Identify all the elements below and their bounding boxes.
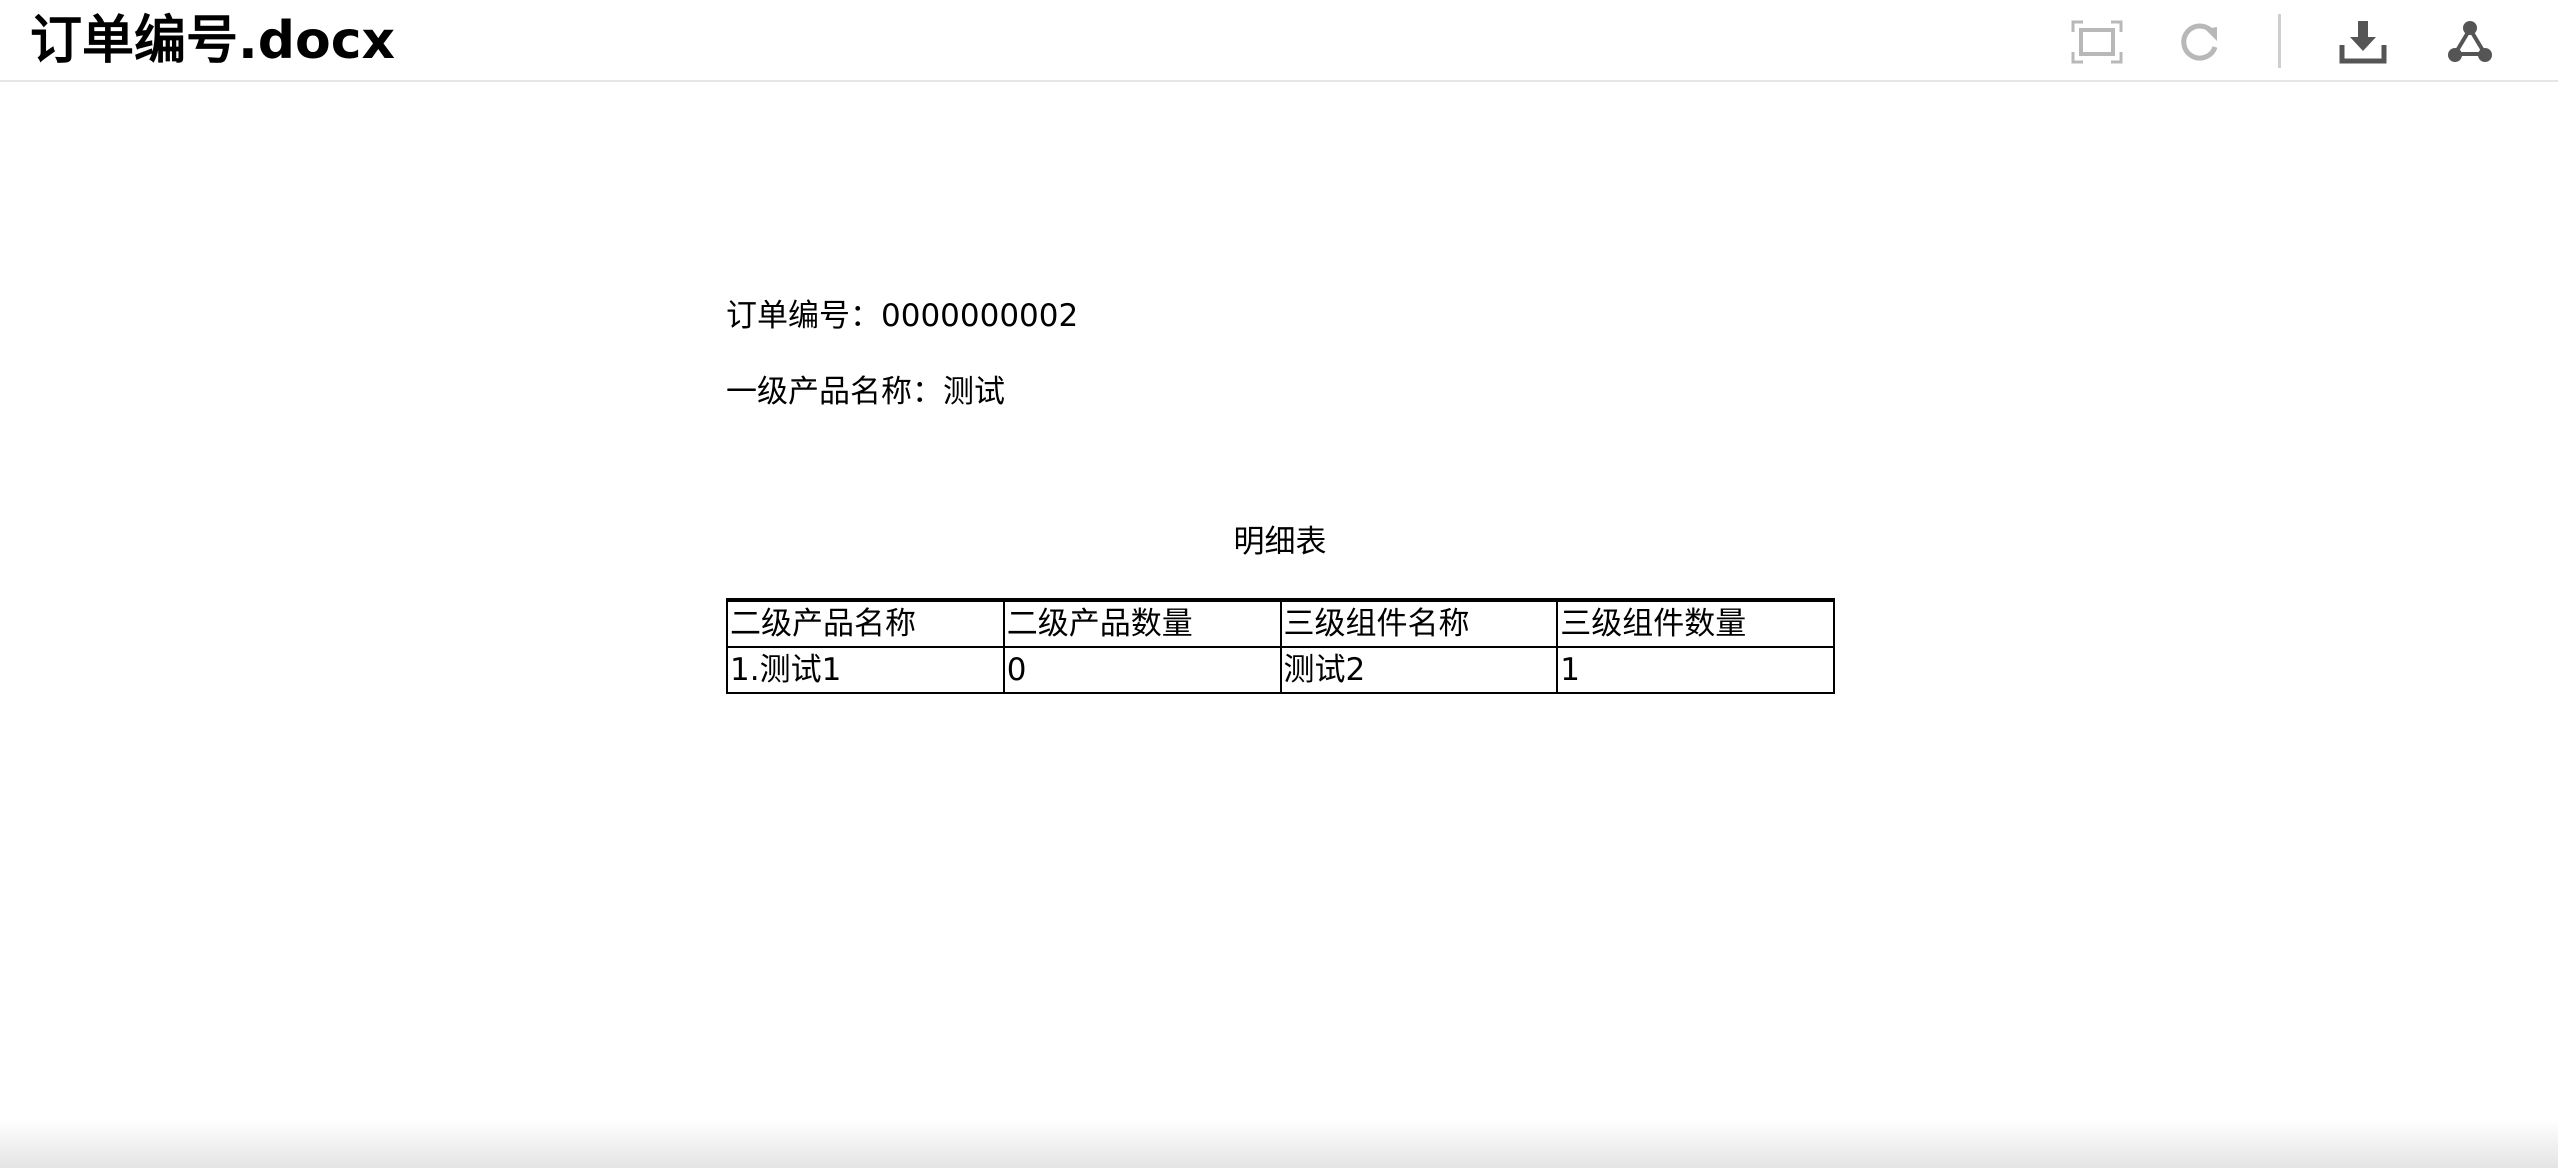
header-cell: 二级产品名称	[726, 598, 1005, 648]
table-cell: 0	[1002, 646, 1282, 694]
header-cell: 三级组件数量	[1556, 598, 1835, 648]
download-button[interactable]	[2333, 12, 2393, 72]
fit-screen-icon	[2071, 20, 2123, 64]
header-cell: 二级产品数量	[1002, 598, 1282, 648]
order-number-line: 订单编号：0000000002	[726, 298, 1079, 334]
viewer-header: 订单编号.docx	[0, 0, 2558, 82]
table-cell: 测试2	[1279, 646, 1559, 694]
redo-button[interactable]	[2170, 12, 2230, 72]
table-header-row: 二级产品名称 二级产品数量 三级组件名称 三级组件数量	[726, 598, 1835, 648]
table-caption: 明细表	[1233, 524, 1327, 560]
download-icon	[2339, 21, 2387, 64]
detail-table: 二级产品名称 二级产品数量 三级组件名称 三级组件数量 1.测试1 0 测试2 …	[726, 598, 1835, 694]
share-icon	[2448, 21, 2492, 62]
header-cell: 三级组件名称	[1279, 598, 1559, 648]
product-name-line: 一级产品名称：测试	[726, 374, 1005, 410]
bottom-shadow	[0, 1120, 2558, 1168]
fit-screen-button[interactable]	[2067, 12, 2127, 72]
document-page: 订单编号：0000000002 一级产品名称：测试 明细表 二级产品名称 二级产…	[0, 82, 2558, 1168]
document-title: 订单编号.docx	[30, 11, 396, 71]
redo-icon	[2181, 23, 2218, 61]
table-cell: 1	[1556, 646, 1835, 694]
toolbar-divider	[2278, 14, 2281, 68]
table-row: 1.测试1 0 测试2 1	[726, 646, 1835, 694]
share-button[interactable]	[2440, 12, 2500, 72]
table-cell: 1.测试1	[726, 646, 1005, 694]
